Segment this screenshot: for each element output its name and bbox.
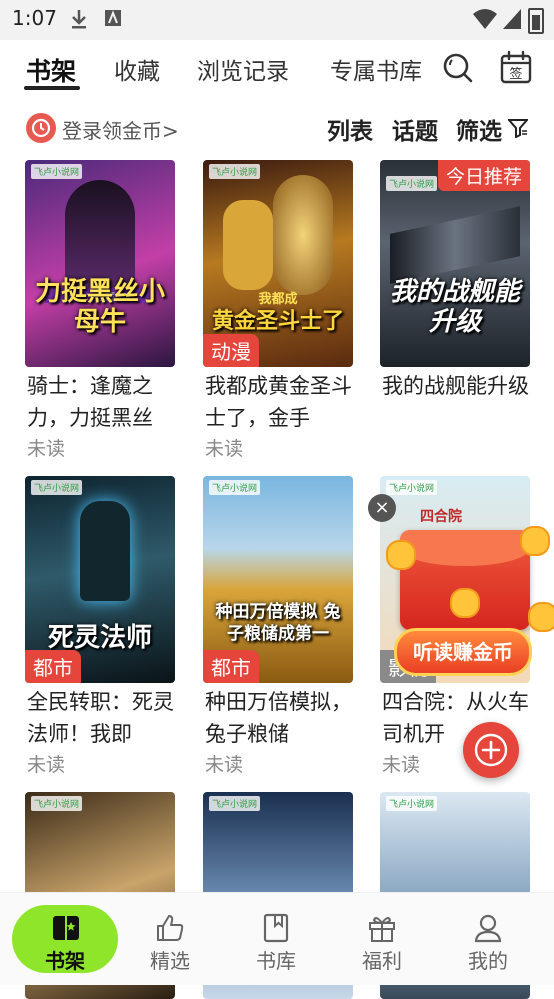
book-cover[interactable]: 飞卢小说网 死灵法师 都市 <box>25 476 175 683</box>
cover-top-text: 我都成 <box>258 292 298 307</box>
category-badge: 动漫 <box>203 334 259 367</box>
book-cover[interactable]: 飞卢小说网 骑士：逢魔之力 力挺黑丝小母牛 <box>25 160 175 367</box>
battery-icon <box>528 8 544 34</box>
cover-figure <box>65 180 135 290</box>
coin-icon <box>520 526 550 556</box>
status-bar: 1:07 <box>0 0 554 40</box>
coin-icon <box>386 540 416 570</box>
gift-icon <box>369 917 395 942</box>
add-button[interactable] <box>463 722 519 778</box>
tab-favorites[interactable]: 收藏 <box>114 52 160 86</box>
nav-library[interactable]: 书库 <box>231 893 321 985</box>
read-status: 未读 <box>205 438 244 460</box>
calendar-sign-icon[interactable]: 签 <box>500 50 532 84</box>
coin-icon <box>528 602 554 632</box>
book-title[interactable]: 骑士：逢魔之力，力挺黑丝 <box>27 370 177 434</box>
search-icon[interactable] <box>442 52 474 84</box>
wifi-icon <box>473 9 497 29</box>
site-tag: 飞卢小说网 <box>386 176 438 191</box>
header-tabs: 书架 收藏 浏览记录 专属书库 签 <box>0 40 554 96</box>
cover-title: 死灵法师 <box>47 623 152 653</box>
book-title[interactable]: 种田万倍模拟，兔子粮储 <box>205 686 355 750</box>
site-tag: 飞卢小说网 <box>209 796 261 811</box>
site-tag: 飞卢小说网 <box>31 480 83 495</box>
list-view-button[interactable]: 列表 <box>327 112 373 146</box>
cover-shield <box>273 175 333 295</box>
category-badge: 都市 <box>25 650 81 683</box>
site-tag: 飞卢小说网 <box>209 164 261 179</box>
cover-title: 力挺黑丝小母牛 <box>34 277 165 337</box>
bookshelf-icon <box>53 916 79 940</box>
app-notification-icon <box>105 10 121 26</box>
cover-title: 种田万倍模拟 兔子粮储成第一 <box>215 602 341 644</box>
read-status: 未读 <box>27 754 66 776</box>
book-title[interactable]: 全民转职：死灵法师！我即 <box>27 686 177 750</box>
tab-exclusive-library[interactable]: 专属书库 <box>330 52 422 86</box>
read-status: 未读 <box>27 438 66 460</box>
coin-icon <box>450 588 480 618</box>
listen-earn-button[interactable]: 听读赚金币 <box>394 628 532 676</box>
cover-title: 黄金圣斗士了 <box>211 309 344 334</box>
nav-profile[interactable]: 我的 <box>443 893 533 985</box>
book-card[interactable]: 飞卢小说网 种田万倍模拟 兔子粮储成第一 都市 种田万倍模拟，兔子粮储 未读 <box>203 476 353 786</box>
signal-icon <box>503 9 521 29</box>
book-title[interactable]: 我都成黄金圣斗士了，金手 <box>205 370 355 434</box>
book-card[interactable]: 飞卢小说网 <box>380 792 530 999</box>
book-card[interactable]: 飞卢小说网 死灵法师 都市 全民转职：死灵法师！我即 未读 <box>25 476 175 786</box>
nav-bookshelf[interactable]: 书架 <box>20 893 110 985</box>
nav-welfare[interactable]: 福利 <box>337 893 427 985</box>
cover-title: 我的战舰能升级 <box>389 277 520 337</box>
sign-label: 签 <box>509 67 523 82</box>
nav-label: 精选 <box>150 949 190 973</box>
sub-toolbar: 登录领金币> 列表 话题 筛选 <box>0 104 554 148</box>
user-icon <box>474 914 502 943</box>
book-cover[interactable]: 飞卢小说网 我的战舰能升级 今日推荐 <box>380 160 530 367</box>
plus-icon <box>474 733 508 767</box>
site-tag: 飞卢小说网 <box>386 796 438 811</box>
bottom-navigation: 书架 精选 书库 福利 我的 <box>0 892 554 985</box>
site-tag: 飞卢小说网 <box>209 480 261 495</box>
recommend-badge: 今日推荐 <box>437 160 530 191</box>
listen-earn-promo[interactable]: × 听读赚金币 <box>368 490 554 688</box>
book-card[interactable]: 飞卢小说网 <box>25 792 175 999</box>
clock-icon[interactable] <box>26 113 56 143</box>
login-reward-link[interactable]: 登录领金币> <box>62 115 179 144</box>
cover-figure <box>80 501 130 601</box>
book-card[interactable]: 飞卢小说网 骑士：逢魔之力 力挺黑丝小母牛 骑士：逢魔之力，力挺黑丝 未读 <box>25 160 175 470</box>
filter-icon[interactable] <box>508 118 528 138</box>
nav-label: 书库 <box>256 949 296 973</box>
thumbs-up-icon <box>157 915 184 941</box>
nav-label: 书架 <box>45 949 85 973</box>
book-cover[interactable]: 飞卢小说网 种田万倍模拟 兔子粮储成第一 都市 <box>203 476 353 683</box>
read-status: 未读 <box>205 754 244 776</box>
close-icon[interactable]: × <box>368 494 396 522</box>
book-card[interactable]: 飞卢小说网 我的战舰能升级 今日推荐 我的战舰能升级 <box>380 160 530 470</box>
site-tag: 飞卢小说网 <box>31 164 83 179</box>
topics-button[interactable]: 话题 <box>392 112 438 146</box>
tab-bookshelf[interactable]: 书架 <box>26 52 76 88</box>
download-icon <box>72 10 86 29</box>
nav-label: 我的 <box>468 949 508 973</box>
cover-battleship <box>390 206 520 284</box>
book-cover[interactable]: 飞卢小说网 我都成 黄金圣斗士了 动漫 <box>203 160 353 367</box>
status-time: 1:07 <box>12 6 57 30</box>
book-title[interactable]: 我的战舰能升级 <box>382 370 532 434</box>
active-tab-indicator <box>24 86 80 90</box>
book-card[interactable]: 飞卢小说网 我都成 黄金圣斗士了 动漫 我都成黄金圣斗士了，金手 未读 <box>203 160 353 470</box>
read-status: 未读 <box>382 754 421 776</box>
nav-label: 福利 <box>362 949 402 973</box>
nav-featured[interactable]: 精选 <box>125 893 215 985</box>
filter-button[interactable]: 筛选 <box>456 112 502 146</box>
tab-history[interactable]: 浏览记录 <box>197 52 289 86</box>
book-bookmark-icon <box>263 913 289 943</box>
book-card[interactable]: 飞卢小说网 <box>203 792 353 999</box>
category-badge: 都市 <box>203 650 259 683</box>
cover-figure <box>223 200 273 290</box>
site-tag: 飞卢小说网 <box>31 796 83 811</box>
